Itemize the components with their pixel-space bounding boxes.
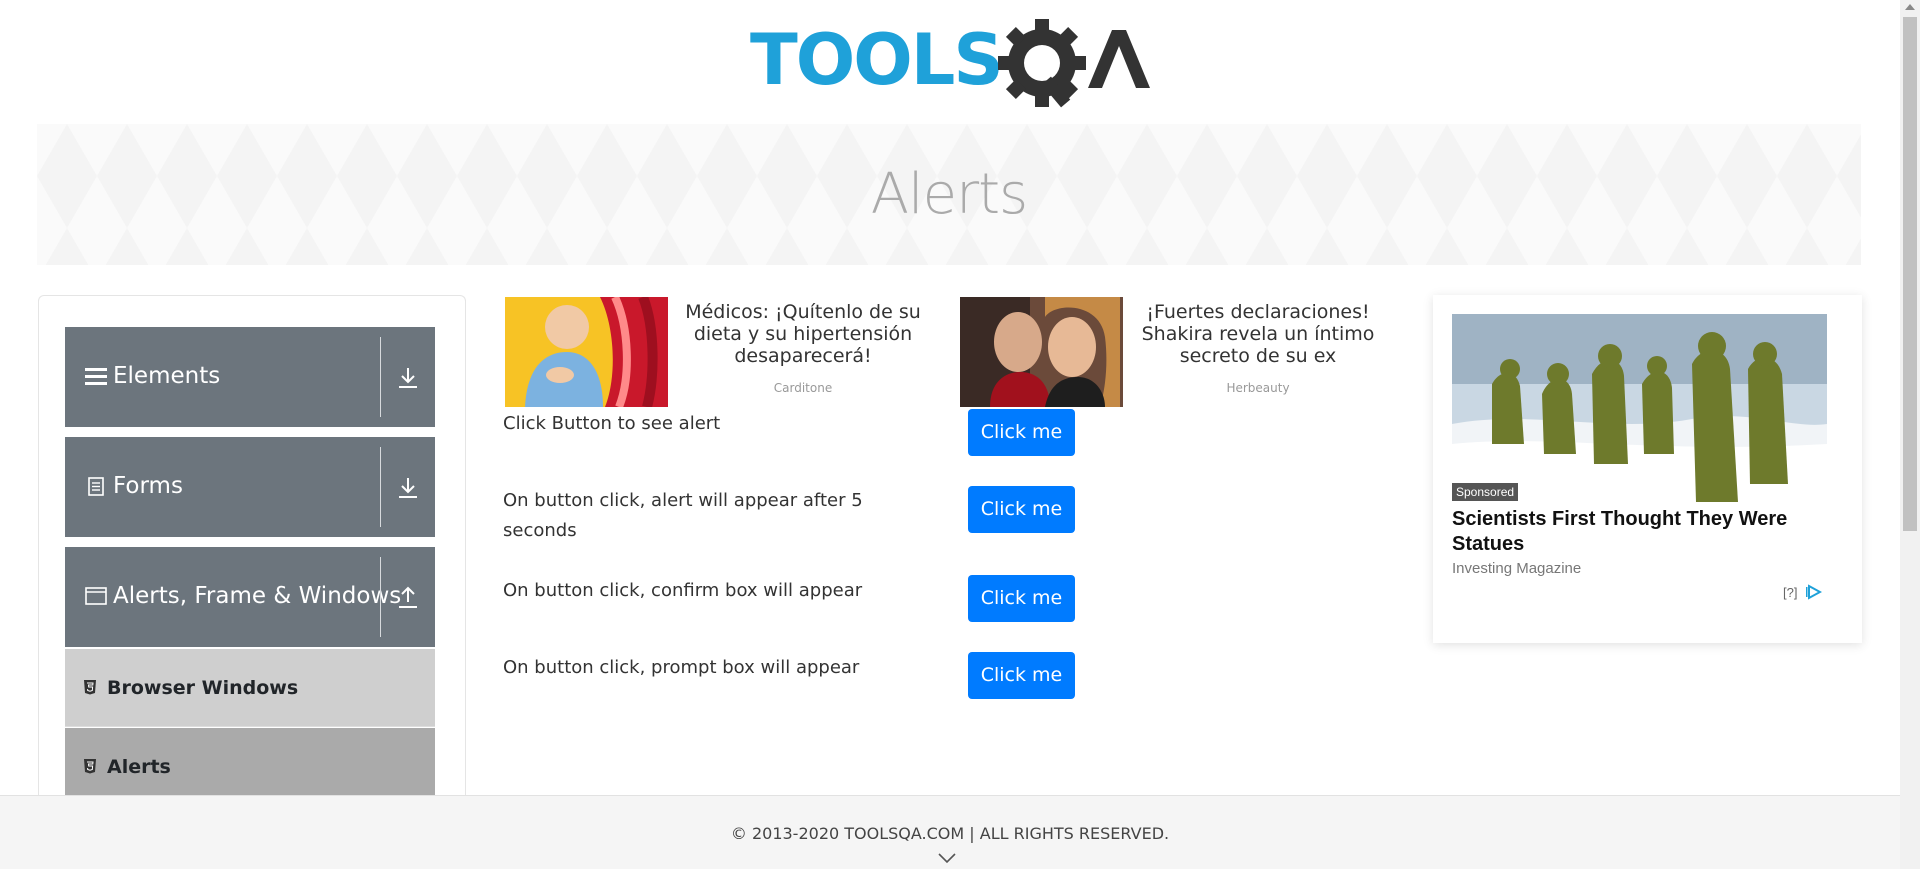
ad-source: Carditone [773, 381, 833, 395]
sponsored-badge: Sponsored [1452, 483, 1519, 501]
document-icon [88, 477, 104, 496]
ad-unit-herbeauty[interactable]: ¡Fuertes declaraciones! Shakira revela u… [960, 297, 1390, 407]
download-arrow-icon[interactable] [395, 475, 421, 501]
divider [380, 337, 381, 417]
adchoices-icon[interactable] [1806, 584, 1822, 600]
ad-info-link[interactable]: [?] [1783, 585, 1797, 600]
confirm-button[interactable]: Click me [968, 575, 1075, 622]
ad-source: Herbeauty [1226, 381, 1290, 395]
sidebar-item-browser-windows[interactable]: Browser Windows [65, 649, 435, 727]
timer-alert-button[interactable]: Click me [968, 486, 1075, 533]
sidebar-item-label: Browser Windows [107, 677, 299, 699]
hamburger-icon [85, 368, 107, 385]
sidebar-group-elements[interactable]: Elements [65, 327, 435, 427]
window-icon [85, 587, 107, 605]
scroll-up-arrow-icon[interactable] [1905, 4, 1915, 10]
html5-icon [84, 680, 96, 695]
timer-alert-row-label: On button click, alert will appear after… [503, 490, 863, 541]
ad-thumbnail-image[interactable] [505, 297, 668, 407]
alert-button[interactable]: Click me [968, 409, 1075, 456]
copyright-text: © 2013-2020 TOOLSQA.COM | ALL RIGHTS RES… [730, 824, 1170, 843]
sidebar-group-label: Elements [113, 363, 221, 389]
upload-arrow-icon[interactable] [395, 585, 421, 611]
ad-headline[interactable]: ¡Fuertes declaraciones! Shakira revela u… [1128, 301, 1388, 367]
logo-letter-a [1088, 30, 1150, 88]
confirm-row-label: On button click, confirm box will appear [503, 580, 863, 601]
sidebar-group-label: Alerts, Frame & Windows [113, 583, 402, 609]
divider [380, 557, 381, 637]
divider [380, 447, 381, 527]
logo-text-tools: TOOLS [750, 19, 1002, 101]
sidebar-group-forms[interactable]: Forms [65, 437, 435, 537]
alert-row-label: Click Button to see alert [503, 413, 721, 434]
ad-unit-carditone[interactable]: Médicos: ¡Quítenlo de su dieta y su hipe… [505, 297, 935, 407]
sponsored-title[interactable]: Scientists First Thought They Were Statu… [1452, 507, 1842, 557]
ad-headline[interactable]: Médicos: ¡Quítenlo de su dieta y su hipe… [673, 301, 933, 367]
sponsored-source: Investing Magazine [1452, 560, 1582, 577]
prompt-row-label: On button click, prompt box will appear [503, 657, 860, 678]
toolsqa-logo[interactable]: TOOLS [750, 18, 1155, 114]
sponsored-ad-image[interactable] [1452, 314, 1827, 502]
left-sidebar: Elements Forms Alerts, Frame & Windows B… [38, 295, 466, 855]
sidebar-item-label: Alerts [107, 756, 171, 778]
gear-icon [998, 19, 1086, 108]
footer: © 2013-2020 TOOLSQA.COM | ALL RIGHTS RES… [0, 795, 1900, 869]
vertical-scrollbar[interactable] [1900, 0, 1920, 869]
sponsored-ad-card[interactable]: Sponsored Scientists First Thought They … [1433, 295, 1862, 643]
ad-thumbnail-image[interactable] [960, 297, 1123, 407]
html5-icon [84, 759, 96, 774]
scrollbar-thumb[interactable] [1903, 17, 1917, 531]
chevron-down-icon[interactable] [937, 852, 957, 864]
prompt-button[interactable]: Click me [968, 652, 1075, 699]
sidebar-group-label: Forms [113, 473, 183, 499]
sidebar-group-alerts-frame-windows[interactable]: Alerts, Frame & Windows [65, 547, 435, 647]
download-arrow-icon[interactable] [395, 365, 421, 391]
page-banner: Alerts [37, 124, 1861, 265]
page-title: Alerts [870, 162, 1028, 227]
